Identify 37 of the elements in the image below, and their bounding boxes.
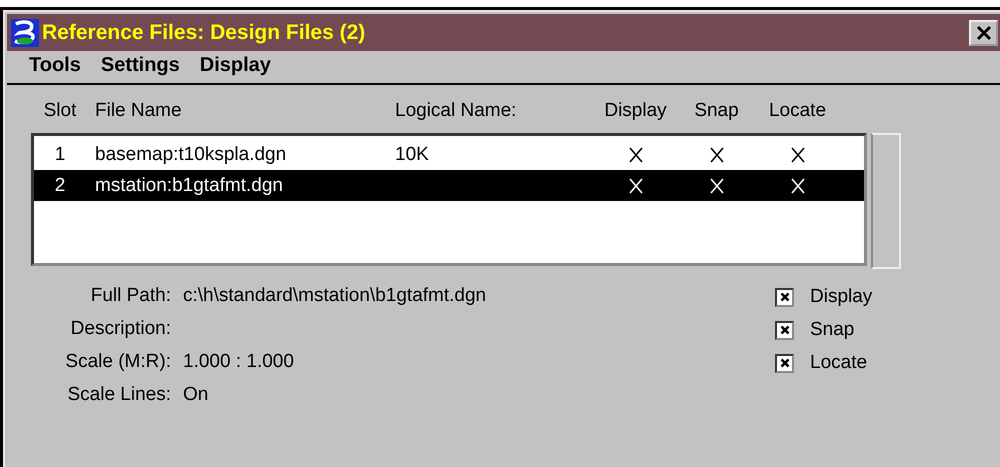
field-value: c:\h\standard\mstation\b1gtafmt.dgn bbox=[183, 285, 486, 306]
window-title: Reference Files: Design Files (2) bbox=[42, 20, 366, 44]
scrollbar[interactable] bbox=[871, 133, 901, 269]
list-row[interactable]: 1 basemap:t10kspla.dgn 10K bbox=[34, 139, 864, 170]
field-label: Scale (M:R): bbox=[64, 351, 171, 374]
cross-mark-icon bbox=[780, 325, 790, 335]
table-cell: 1 bbox=[54, 144, 66, 164]
column-header: Locate bbox=[768, 100, 826, 122]
column-header: Snap bbox=[694, 100, 739, 122]
menu-item[interactable]: Display bbox=[200, 54, 271, 83]
column-header: Display bbox=[604, 100, 667, 122]
table-cell: 10K bbox=[395, 144, 429, 164]
close-button[interactable] bbox=[969, 20, 998, 46]
checkbox-label[interactable]: Snap bbox=[810, 319, 854, 341]
field-label: Description: bbox=[70, 318, 171, 341]
checkbox[interactable] bbox=[775, 288, 794, 306]
list-row[interactable]: 2 mstation:b1gtafmt.dgn bbox=[34, 170, 864, 201]
app-logo-icon bbox=[11, 18, 39, 46]
table-cell: basemap:t10kspla.dgn bbox=[95, 144, 286, 164]
checkbox[interactable] bbox=[775, 354, 794, 372]
field-label: Full Path: bbox=[90, 285, 171, 308]
table-cell: mstation:b1gtafmt.dgn bbox=[95, 174, 283, 196]
field-value: On bbox=[183, 384, 208, 405]
menu-item[interactable]: Tools bbox=[29, 54, 81, 83]
column-header: File Name bbox=[95, 100, 182, 121]
checkbox-label[interactable]: Display bbox=[810, 286, 872, 308]
cross-mark-icon bbox=[780, 292, 790, 302]
column-header: Slot bbox=[44, 100, 76, 121]
menu-item[interactable]: Settings bbox=[100, 54, 180, 83]
checkbox-label[interactable]: Locate bbox=[810, 352, 868, 374]
field-value: 1.000 : 1.000 bbox=[183, 351, 294, 372]
cross-mark-icon bbox=[780, 358, 790, 368]
table-cell: 2 bbox=[54, 174, 66, 196]
column-header: Logical Name: bbox=[395, 100, 516, 121]
field-label: Scale Lines: bbox=[66, 384, 171, 407]
close-icon bbox=[976, 24, 992, 40]
checkbox[interactable] bbox=[775, 320, 794, 340]
